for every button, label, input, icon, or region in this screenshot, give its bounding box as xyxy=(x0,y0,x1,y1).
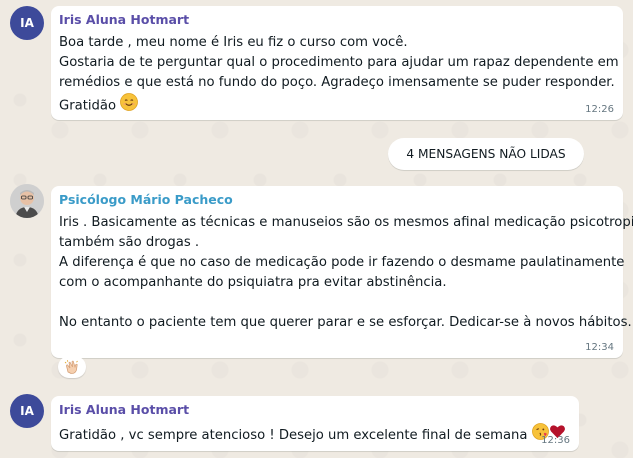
unread-label: 4 MENSAGENS NÃO LIDAS xyxy=(406,147,566,161)
unread-messages-divider: 4 MENSAGENS NÃO LIDAS xyxy=(388,138,584,170)
message-text-line: também são drogas . xyxy=(59,235,200,250)
message-text-line: remédios e que está no fundo do poço. Ag… xyxy=(59,75,615,90)
message-text-line xyxy=(59,293,615,313)
message-time: 12:36 xyxy=(541,435,570,446)
message-text-line: Iris . Basicamente as técnicas e manusei… xyxy=(59,215,633,230)
message-text: Gratidão xyxy=(59,98,117,114)
sender-name[interactable]: Iris Aluna Hotmart xyxy=(59,12,615,27)
avatar[interactable]: IA xyxy=(10,394,44,428)
avatar[interactable]: IA xyxy=(10,6,44,40)
message-time: 12:34 xyxy=(585,342,614,353)
message-text-line: A diferença é que no caso de medicação p… xyxy=(59,255,625,270)
message-bubble[interactable]: Psicólogo Mário Pacheco Iris . Basicamen… xyxy=(51,186,633,358)
sender-name[interactable]: Iris Aluna Hotmart xyxy=(59,402,571,417)
profile-photo-icon xyxy=(10,184,44,218)
clapping-hands-emoji-icon xyxy=(64,360,78,374)
avatar-initials: IA xyxy=(20,16,34,30)
message-reaction[interactable] xyxy=(58,356,86,378)
message-text: Gratidão , vc sempre atencioso ! Desejo … xyxy=(59,428,528,443)
message-text-line: No entanto o paciente tem que querer par… xyxy=(59,315,632,330)
sender-name[interactable]: Psicólogo Mário Pacheco xyxy=(59,192,615,207)
message-text-line: Gostaria de te perguntar qual o procedim… xyxy=(59,55,619,70)
avatar-initials: IA xyxy=(20,404,34,418)
message-text-line: Gratidão , vc sempre atencioso ! Desejo … xyxy=(59,423,571,447)
smiling-face-emoji-icon xyxy=(120,93,139,118)
message-text-line: Boa tarde , meu nome é Iris eu fiz o cur… xyxy=(59,35,408,50)
message-text-line: Gratidão xyxy=(59,93,615,118)
message-time: 12:26 xyxy=(585,104,614,115)
message-bubble[interactable]: Iris Aluna Hotmart Gratidão , vc sempre … xyxy=(51,396,579,451)
message-text-line: com o acompanhante do psiquiatra pra evi… xyxy=(59,275,447,290)
avatar[interactable] xyxy=(10,184,44,218)
message-bubble[interactable]: Iris Aluna Hotmart Boa tarde , meu nome … xyxy=(51,6,623,120)
